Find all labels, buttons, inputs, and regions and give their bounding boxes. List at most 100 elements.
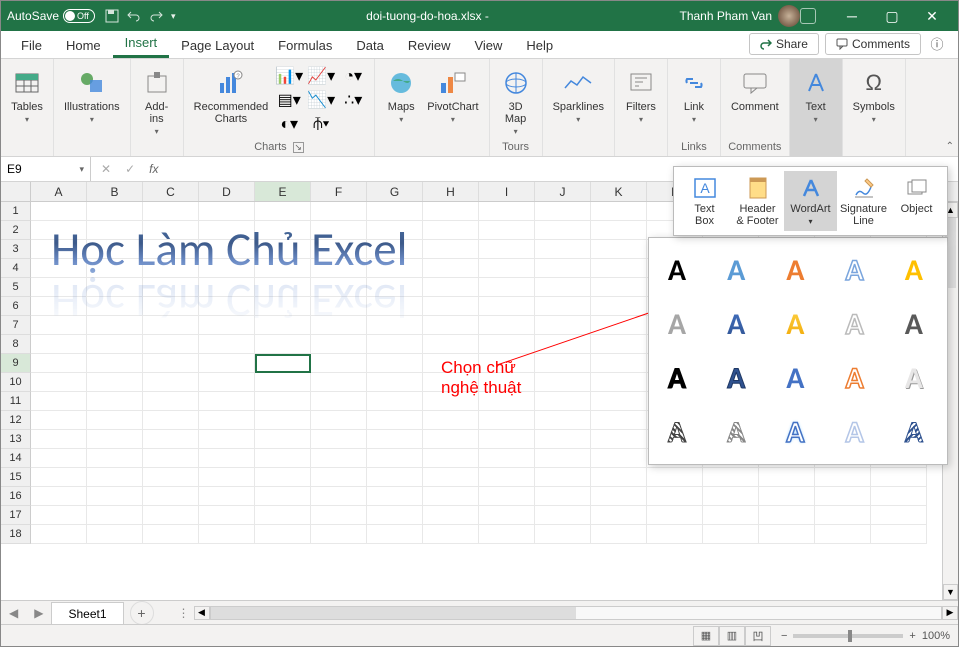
wordart-style[interactable]: A (718, 414, 754, 450)
cell[interactable] (31, 335, 87, 354)
scatter-chart-icon[interactable]: ∴▾ (338, 89, 368, 111)
cell[interactable] (479, 506, 535, 525)
cell[interactable] (199, 335, 255, 354)
cell[interactable] (423, 525, 479, 544)
stock-chart-icon[interactable]: ⫚▾ (306, 113, 336, 135)
cell[interactable] (199, 202, 255, 221)
zoom-out-icon[interactable]: − (781, 630, 787, 642)
row-header[interactable]: 12 (1, 411, 31, 430)
area-chart-icon[interactable]: 📉▾ (306, 89, 336, 111)
close-icon[interactable]: ✕ (912, 1, 952, 31)
cell[interactable] (199, 506, 255, 525)
wordart-style[interactable]: A (837, 360, 873, 396)
wordart-style[interactable]: A (777, 360, 813, 396)
col-header[interactable]: B (87, 182, 143, 201)
bar-chart-icon[interactable]: 📊▾ (274, 65, 304, 87)
maximize-icon[interactable]: ▢ (872, 1, 912, 31)
cell[interactable] (31, 202, 87, 221)
addins-button[interactable]: Add- ins▾ (137, 63, 177, 136)
tab-file[interactable]: File (9, 32, 54, 58)
hbar-chart-icon[interactable]: ▤▾ (274, 89, 304, 111)
cell[interactable] (31, 373, 87, 392)
cell[interactable] (871, 525, 927, 544)
cell[interactable] (535, 240, 591, 259)
namebox-dropdown-icon[interactable]: ▾ (79, 164, 84, 175)
cell[interactable] (479, 259, 535, 278)
filters-button[interactable]: Filters▾ (621, 63, 661, 124)
add-sheet-button[interactable]: + (130, 601, 154, 625)
page-break-view-icon[interactable]: 凹 (745, 626, 771, 646)
zoom-slider[interactable] (793, 634, 903, 638)
cell[interactable] (423, 202, 479, 221)
cell[interactable] (535, 525, 591, 544)
cell[interactable] (815, 506, 871, 525)
wordart-button[interactable]: WordArt ▾ (784, 171, 837, 231)
cell[interactable] (703, 506, 759, 525)
col-header[interactable]: K (591, 182, 647, 201)
cell[interactable] (871, 468, 927, 487)
cell[interactable] (31, 487, 87, 506)
minimize-icon[interactable]: ─ (832, 1, 872, 31)
zoom-control[interactable]: − + 100% (781, 630, 950, 642)
cell[interactable] (255, 373, 311, 392)
cell[interactable] (703, 468, 759, 487)
cell[interactable] (367, 468, 423, 487)
cell[interactable] (199, 430, 255, 449)
tab-insert[interactable]: Insert (113, 29, 170, 58)
tables-button[interactable]: Tables▾ (7, 63, 47, 124)
cell[interactable] (647, 506, 703, 525)
surface-chart-icon[interactable]: ◐▾ (274, 113, 304, 135)
cell[interactable] (759, 506, 815, 525)
cell[interactable] (479, 411, 535, 430)
select-all-corner[interactable] (1, 182, 31, 201)
cell[interactable] (423, 221, 479, 240)
name-box[interactable]: E9 ▾ (1, 157, 91, 181)
cell[interactable] (591, 278, 647, 297)
tab-page-layout[interactable]: Page Layout (169, 32, 266, 58)
cell[interactable] (367, 373, 423, 392)
cell[interactable] (535, 392, 591, 411)
pie-chart-icon[interactable]: ◔▾ (338, 65, 368, 87)
scroll-left-icon[interactable]: ◀ (194, 606, 210, 620)
symbols-button[interactable]: Ω Symbols▾ (849, 63, 899, 124)
cell[interactable] (367, 430, 423, 449)
sheet-nav-next-icon[interactable]: ▶ (26, 606, 51, 620)
cell[interactable] (31, 411, 87, 430)
wordart-style[interactable]: A (718, 306, 754, 342)
cell[interactable] (143, 449, 199, 468)
display-options-icon[interactable] (800, 8, 816, 24)
cell[interactable] (423, 430, 479, 449)
cell[interactable] (87, 411, 143, 430)
cell[interactable] (759, 468, 815, 487)
wordart-style[interactable]: A (896, 306, 932, 342)
comment-button[interactable]: Comment (727, 63, 783, 113)
col-header[interactable]: C (143, 182, 199, 201)
wordart-style[interactable]: A (777, 414, 813, 450)
cell[interactable] (311, 392, 367, 411)
cell[interactable] (143, 506, 199, 525)
cell[interactable] (31, 506, 87, 525)
cell[interactable] (423, 278, 479, 297)
signature-line-button[interactable]: Signature Line (837, 171, 890, 231)
cell[interactable] (143, 354, 199, 373)
cell[interactable] (143, 411, 199, 430)
help-icon[interactable]: ⓘ (924, 30, 950, 56)
cell[interactable] (815, 468, 871, 487)
wordart-style[interactable]: A (659, 252, 695, 288)
col-header[interactable]: E (255, 182, 311, 201)
cell[interactable] (367, 506, 423, 525)
cell[interactable] (199, 487, 255, 506)
cell[interactable] (199, 468, 255, 487)
cell[interactable] (311, 487, 367, 506)
col-header[interactable]: A (31, 182, 87, 201)
cell[interactable] (31, 354, 87, 373)
cell[interactable] (591, 449, 647, 468)
cell[interactable] (423, 411, 479, 430)
cell[interactable] (87, 202, 143, 221)
row-header[interactable]: 17 (1, 506, 31, 525)
page-layout-view-icon[interactable]: ▥ (719, 626, 745, 646)
cell[interactable] (647, 468, 703, 487)
cell[interactable] (479, 487, 535, 506)
3d-map-button[interactable]: 3D Map▾ (496, 63, 536, 136)
cell[interactable] (535, 449, 591, 468)
